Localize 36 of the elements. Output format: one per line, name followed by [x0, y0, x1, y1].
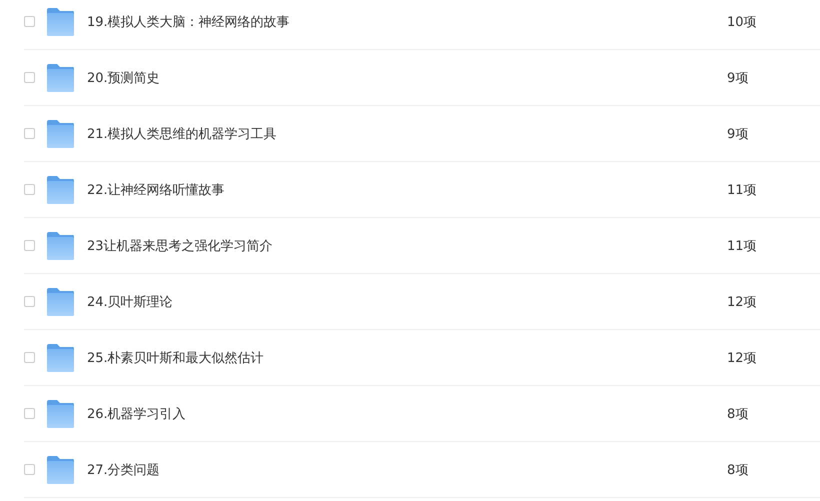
- folder-icon: [46, 400, 75, 428]
- checkbox[interactable]: [24, 408, 35, 419]
- checkbox[interactable]: [24, 16, 35, 27]
- folder-icon: [46, 64, 75, 92]
- folder-name[interactable]: 24.贝叶斯理论: [87, 292, 727, 310]
- folder-icon: [46, 456, 75, 484]
- folder-name[interactable]: 26.机器学习引入: [87, 404, 727, 422]
- checkbox[interactable]: [24, 128, 35, 139]
- item-count: 9项: [727, 126, 748, 142]
- checkbox[interactable]: [24, 184, 35, 195]
- item-count: 8项: [727, 406, 748, 422]
- item-count: 11项: [727, 182, 757, 198]
- folder-icon: [46, 120, 75, 148]
- folder-icon: [46, 8, 75, 36]
- checkbox[interactable]: [24, 296, 35, 307]
- item-count: 12项: [727, 294, 757, 310]
- folder-name[interactable]: 22.让神经网络听懂故事: [87, 180, 727, 198]
- checkbox[interactable]: [24, 240, 35, 251]
- item-count: 10项: [727, 14, 757, 30]
- folder-name[interactable]: 27.分类问题: [87, 460, 727, 478]
- folder-name[interactable]: 19.模拟人类大脑：神经网络的故事: [87, 12, 727, 30]
- checkbox[interactable]: [24, 352, 35, 363]
- folder-icon: [46, 288, 75, 316]
- folder-name[interactable]: 21.模拟人类思维的机器学习工具: [87, 124, 727, 142]
- folder-icon: [46, 176, 75, 204]
- item-count: 9项: [727, 70, 748, 86]
- item-count: 12项: [727, 350, 757, 366]
- item-count: 11项: [727, 238, 757, 254]
- checkbox[interactable]: [24, 464, 35, 475]
- folder-name[interactable]: 25.朴素贝叶斯和最大似然估计: [87, 348, 727, 366]
- folder-name[interactable]: 23让机器来思考之强化学习简介: [87, 236, 727, 254]
- item-count: 8项: [727, 462, 748, 478]
- checkbox[interactable]: [24, 72, 35, 83]
- folder-icon: [46, 232, 75, 260]
- folder-icon: [46, 344, 75, 372]
- folder-name[interactable]: 20.预测简史: [87, 68, 727, 86]
